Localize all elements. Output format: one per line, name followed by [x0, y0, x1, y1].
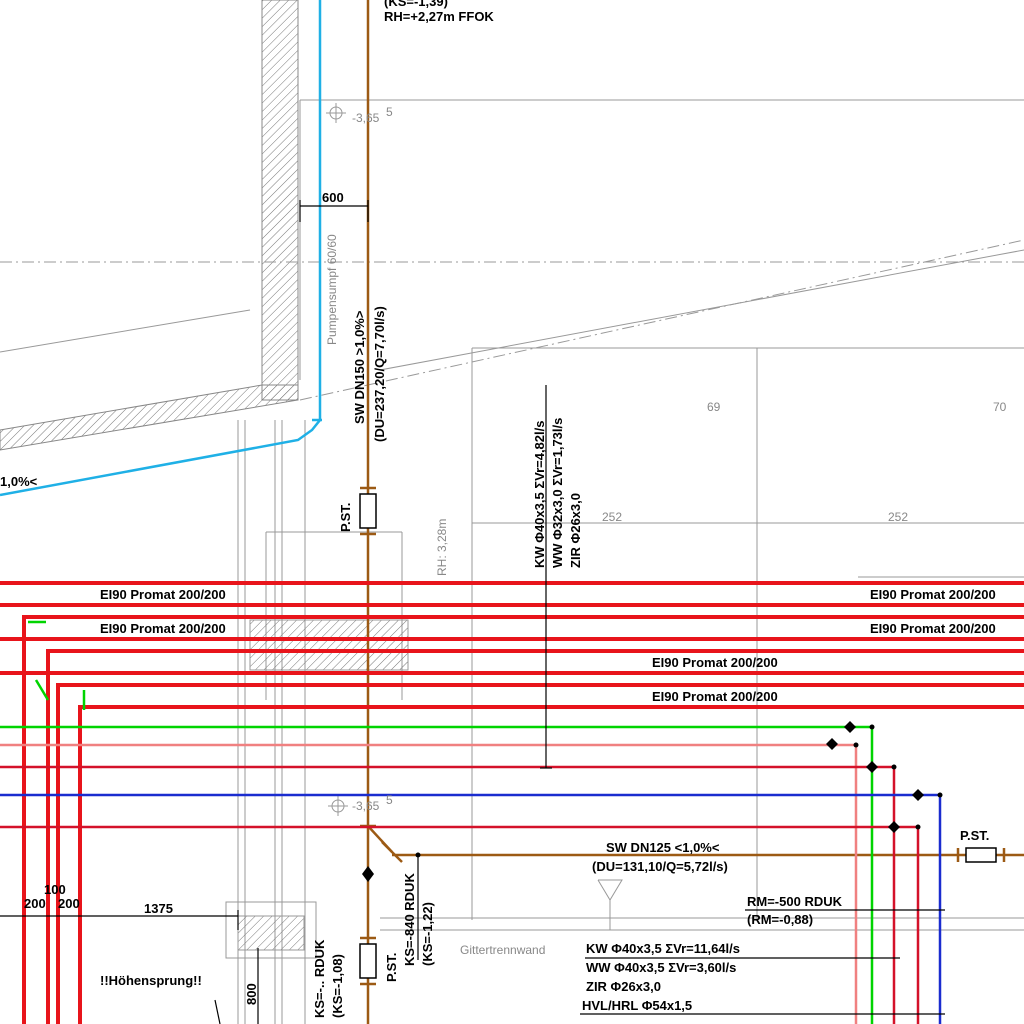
label-ei90-5: EI90 Promat 200/200: [652, 655, 778, 670]
label-dim-800: 800: [244, 983, 259, 1005]
label-dim-100: 100: [44, 882, 66, 897]
label-ei90-2: EI90 Promat 200/200: [870, 587, 996, 602]
label-kw-lower: KW Φ40x3,5 ΣVr=11,64l/s: [586, 941, 740, 956]
label-dim-252-b: 252: [888, 510, 908, 524]
label-dim-200-b: 200: [58, 896, 80, 911]
label-dim-200-a: 200: [24, 896, 46, 911]
cad-plan-canvas: (KS=-1,39) RH=+2,27m FFOK -3,65 5 600 Pu…: [0, 0, 1024, 1024]
label-ks-122: (KS=-1,22): [420, 902, 435, 966]
label-dim-1375: 1375: [144, 901, 173, 916]
label-ks-rduk: KS=-.. RDUK: [312, 939, 327, 1018]
label-level-upper: -3,65: [352, 111, 380, 125]
installation-plan-drawing: (KS=-1,39) RH=+2,27m FFOK -3,65 5 600 Pu…: [0, 0, 1024, 1024]
architecture-layer: [0, 0, 1024, 1024]
label-ks-840: KS=-840 RDUK: [402, 873, 417, 966]
label-gittertrennwand: Gittertrennwand: [460, 943, 545, 957]
label-pst-right: P.ST.: [960, 828, 989, 843]
label-rh-top: RH=+2,27m FFOK: [384, 9, 494, 24]
label-dim-252-a: 252: [602, 510, 622, 524]
label-ei90-3: EI90 Promat 200/200: [100, 621, 226, 636]
label-ks-108: (KS=-1,08): [330, 954, 345, 1018]
label-zir-lower: ZIR Φ26x3,0: [586, 979, 661, 994]
label-level-upper-sup: 5: [386, 105, 393, 119]
label-rh-328: RH: 3,28m: [435, 519, 449, 576]
label-pst-upper: P.ST.: [338, 503, 353, 532]
label-sw-dn125: SW DN125 <1,0%<: [606, 840, 720, 855]
label-level-lower-sup: 5: [386, 793, 393, 807]
label-ks-top: (KS=-1,39): [384, 0, 448, 9]
label-ei90-1: EI90 Promat 200/200: [100, 587, 226, 602]
label-room-69: 69: [707, 400, 721, 414]
label-pump-sump: Pumpensumpf 60/60: [325, 234, 339, 345]
label-slope-left: 1,0%<: [0, 474, 38, 489]
label-ww-lower: WW Φ40x3,5 ΣVr=3,60l/s: [586, 960, 736, 975]
label-rm-088: (RM=-0,88): [747, 912, 813, 927]
label-sw-dn125-du: (DU=131,10/Q=5,72l/s): [592, 859, 728, 874]
label-zir-riser: ZIR Φ26x3,0: [568, 493, 583, 568]
label-hoehensprung: !!Höhensprung!!: [100, 973, 202, 988]
cold-water-pipes: [0, 620, 874, 1024]
label-room-70: 70: [993, 400, 1007, 414]
label-sw-dn150-du: (DU=237,20/Q=7,70l/s): [372, 306, 387, 442]
valve-symbol: [362, 866, 374, 882]
label-dim-600: 600: [322, 190, 344, 205]
label-level-lower: -3,65: [352, 799, 380, 813]
label-rm-500: RM=-500 RDUK: [747, 894, 843, 909]
label-hvl-lower: HVL/HRL Φ54x1,5: [582, 998, 692, 1013]
label-ei90-4: EI90 Promat 200/200: [870, 621, 996, 636]
label-kw-riser: KW Φ40x3,5 ΣVr=4,82l/s: [532, 421, 547, 568]
label-ww-riser: WW Φ32x3,0 ΣVr=1,73l/s: [550, 418, 565, 568]
pipe-junctions: [415, 721, 943, 858]
label-pst-lower: P.ST.: [384, 953, 399, 982]
label-sw-dn150: SW DN150 >1,0%>: [352, 310, 367, 424]
label-ei90-6: EI90 Promat 200/200: [652, 689, 778, 704]
